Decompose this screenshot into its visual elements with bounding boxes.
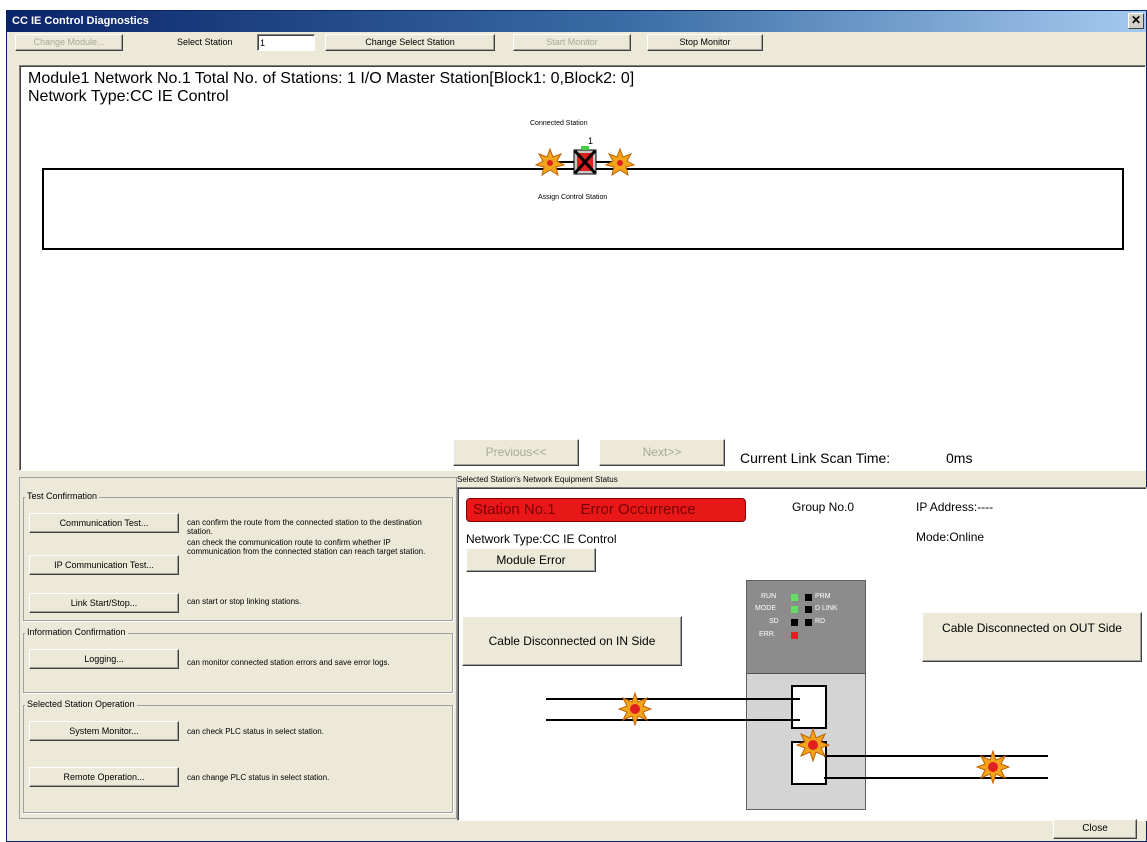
change-module-button[interactable]: Change Module... (15, 34, 123, 51)
logging-description: can monitor connected station errors and… (187, 658, 390, 667)
station-node-icon[interactable] (530, 146, 640, 180)
cable-diagram (546, 698, 1048, 779)
communication-test-button[interactable]: Communication Test... (29, 513, 179, 533)
title-bar: CC IE Control Diagnostics ✕ (7, 11, 1146, 32)
system-monitor-description: can check PLC status in select station. (187, 727, 324, 736)
out-cable-error-icon (976, 750, 1010, 784)
stop-monitor-button[interactable]: Stop Monitor (647, 34, 763, 51)
remote-operation-button[interactable]: Remote Operation... (29, 767, 179, 787)
change-select-station-button[interactable]: Change Select Station (325, 34, 495, 51)
equipment-status-title: Selected Station's Network Equipment Sta… (457, 475, 618, 484)
select-station-input[interactable] (257, 34, 315, 51)
select-station-label: Select Station (177, 37, 233, 47)
system-monitor-button[interactable]: System Monitor... (29, 721, 179, 741)
window-close-icon[interactable]: ✕ (1128, 13, 1144, 29)
communication-test-description: can confirm the route from the connected… (187, 518, 422, 536)
remote-operation-description: can change PLC status in select station. (187, 773, 330, 782)
network-type-line: Network Type:CC IE Control (28, 88, 229, 105)
window-title: CC IE Control Diagnostics (12, 15, 149, 27)
information-confirmation-title: Information Confirmation (25, 627, 128, 637)
network-view-pane: Module1 Network No.1 Total No. of Statio… (19, 65, 1146, 471)
logging-button[interactable]: Logging... (29, 649, 179, 669)
link-scan-label: Current Link Scan Time: (740, 450, 891, 466)
start-monitor-button[interactable]: Start Monitor (513, 34, 631, 51)
assign-control-station-label: Assign Control Station (538, 194, 608, 201)
previous-button[interactable]: Previous<< (453, 439, 579, 466)
port-error-icon (796, 728, 830, 762)
test-confirmation-title: Test Confirmation (25, 491, 100, 501)
ip-communication-test-button[interactable]: IP Communication Test... (29, 555, 179, 575)
link-scan-value: 0ms (946, 450, 973, 466)
equipment-status-pane: Station No.1 Error Occurrence Group No.0… (457, 487, 1147, 821)
close-button[interactable]: Close (1053, 819, 1137, 839)
network-info-line1: Module1 Network No.1 Total No. of Statio… (28, 70, 635, 87)
in-cable-error-icon (618, 692, 652, 726)
ip-communication-test-description: can check the communication route to con… (187, 538, 426, 556)
next-button[interactable]: Next>> (599, 439, 725, 466)
diagnostics-window: CC IE Control Diagnostics ✕ Change Modul… (6, 10, 1147, 842)
network-ring-line (42, 168, 1124, 250)
link-start-stop-button[interactable]: Link Start/Stop... (29, 593, 179, 613)
station-number-label: 1 (588, 136, 594, 146)
link-start-stop-description: can start or stop linking stations. (187, 597, 302, 606)
connected-station-label: Connected Station (530, 120, 588, 127)
selected-station-operation-title: Selected Station Operation (25, 699, 137, 709)
